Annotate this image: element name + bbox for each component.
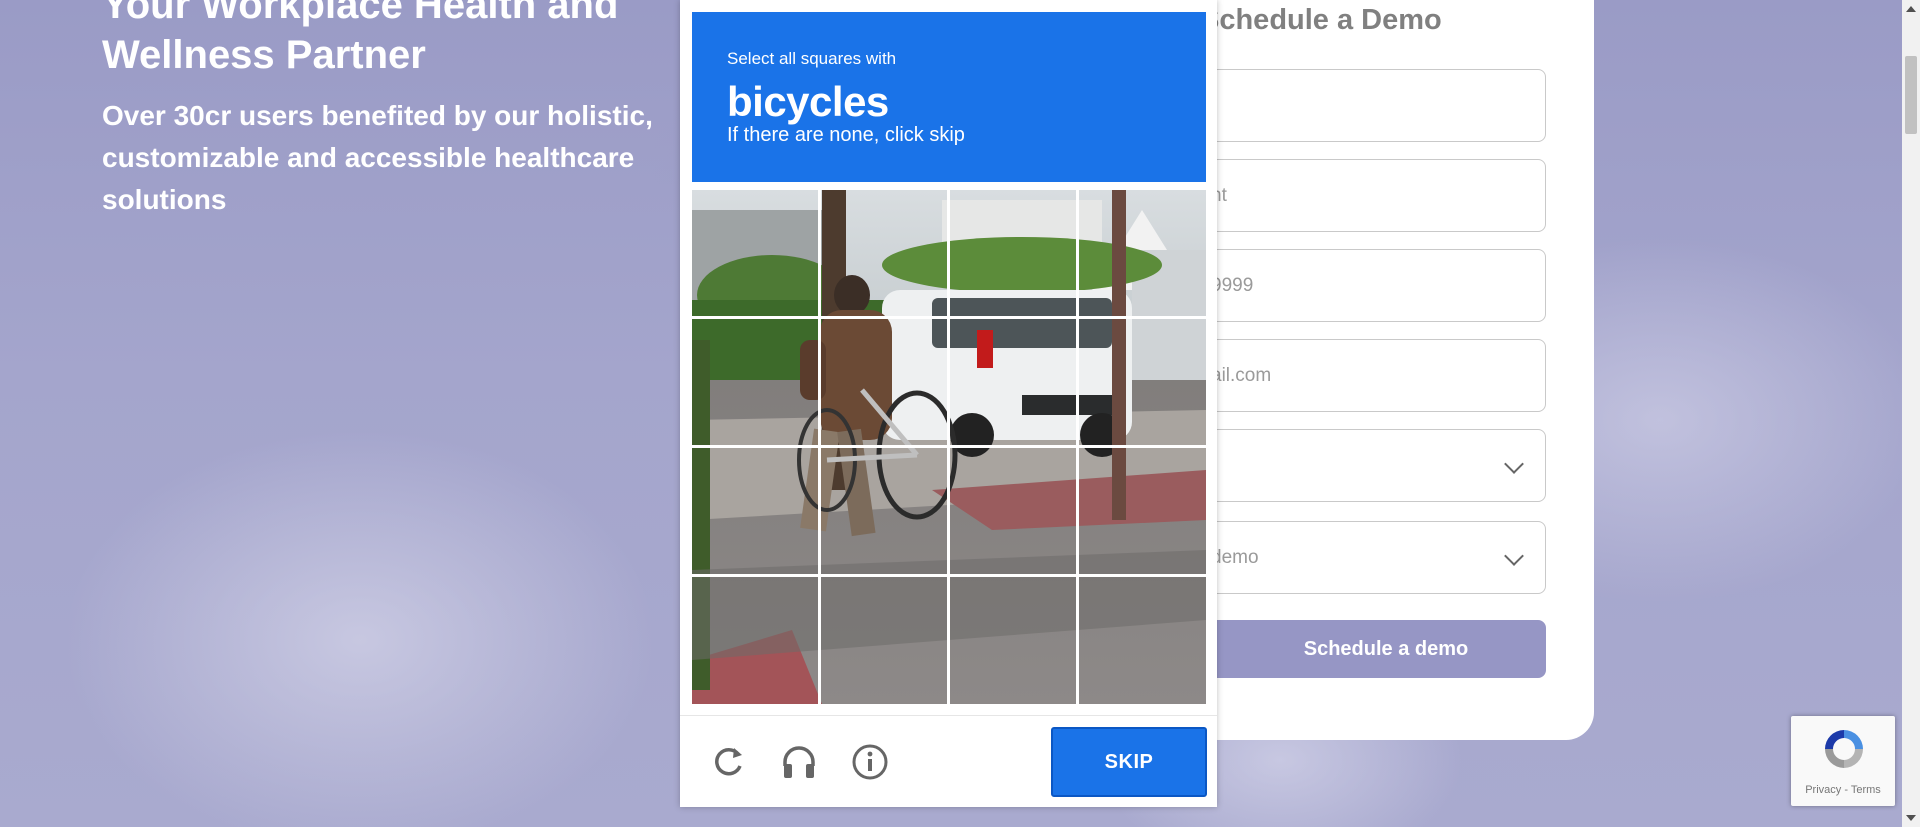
captcha-tile[interactable] (950, 577, 1076, 703)
captcha-image-grid (692, 190, 1206, 704)
captcha-tile[interactable] (950, 448, 1076, 574)
captcha-tile[interactable] (821, 319, 947, 445)
page-scrollbar[interactable] (1902, 0, 1920, 827)
phone-field[interactable]: 9999 (1196, 249, 1546, 322)
purpose-select[interactable]: demo (1196, 521, 1546, 594)
email-field[interactable]: ail.com (1196, 339, 1546, 412)
scroll-up-icon[interactable] (1906, 6, 1916, 12)
chevron-down-icon (1504, 546, 1524, 566)
captcha-tile[interactable] (821, 190, 947, 316)
company-field[interactable]: nt (1196, 159, 1546, 232)
captcha-tile[interactable] (692, 319, 818, 445)
hero-subtitle: Over 30cr users benefited by our holisti… (102, 100, 653, 215)
captcha-tile[interactable] (692, 448, 818, 574)
captcha-tile[interactable] (950, 190, 1076, 316)
recaptcha-logo-icon (1825, 730, 1863, 768)
chevron-down-icon (1504, 454, 1524, 474)
captcha-target-object: bicycles (727, 78, 889, 125)
link-separator: - (1841, 784, 1851, 796)
captcha-tile[interactable] (821, 448, 947, 574)
recaptcha-badge[interactable]: Privacy - Terms (1791, 716, 1895, 806)
form-title: Schedule a Demo (1200, 4, 1442, 36)
captcha-tile[interactable] (1079, 319, 1205, 445)
reload-icon[interactable] (708, 742, 748, 782)
size-select[interactable]: ) (1196, 429, 1546, 502)
captcha-tile[interactable] (1079, 190, 1205, 316)
info-icon[interactable] (850, 742, 890, 782)
name-field[interactable] (1196, 69, 1546, 142)
captcha-instruction: Select all squares with (727, 49, 897, 68)
captcha-tile[interactable] (692, 190, 818, 316)
captcha-hint: If there are none, click skip (727, 124, 965, 146)
terms-link[interactable]: Terms (1851, 784, 1881, 796)
hero-title: Your Workplace Health and Wellness Partn… (102, 0, 619, 77)
captcha-tile[interactable] (950, 319, 1076, 445)
captcha-tile[interactable] (821, 577, 947, 703)
privacy-link[interactable]: Privacy (1805, 784, 1841, 796)
schedule-demo-button[interactable]: Schedule a demo (1196, 620, 1546, 678)
captcha-header: Select all squares with bicycles If ther… (692, 12, 1206, 182)
captcha-tile[interactable] (1079, 577, 1205, 703)
skip-button[interactable]: SKIP (1051, 727, 1207, 797)
scroll-down-icon[interactable] (1906, 815, 1916, 821)
captcha-footer: SKIP (680, 715, 1217, 808)
scrollbar-thumb[interactable] (1905, 56, 1917, 134)
captcha-tile[interactable] (1079, 448, 1205, 574)
captcha-challenge: Select all squares with bicycles If ther… (680, 0, 1217, 807)
captcha-tile[interactable] (692, 577, 818, 703)
audio-icon[interactable] (779, 742, 819, 782)
